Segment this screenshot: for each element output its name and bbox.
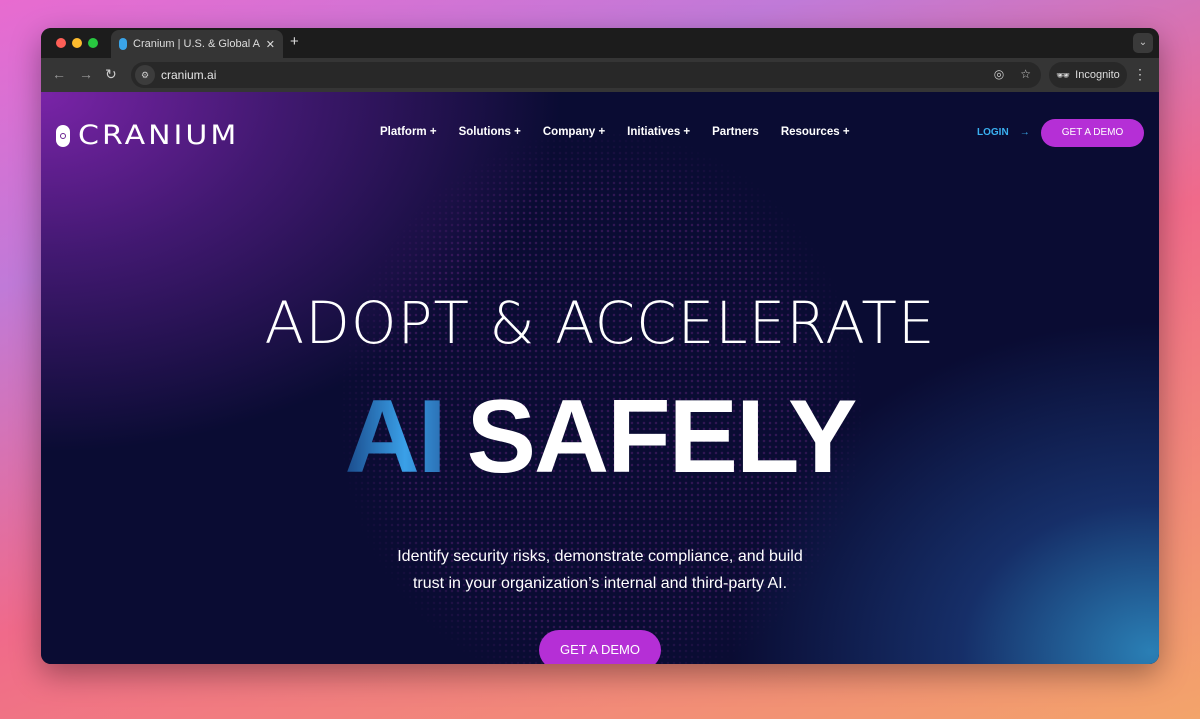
main-nav: Platform + Solutions + Company + Initiat… — [380, 126, 850, 138]
url-text[interactable]: cranium.ai — [161, 68, 216, 82]
hero-safely-text: SAFELY — [466, 379, 858, 495]
hero-get-demo-button[interactable]: GET A DEMO — [539, 630, 661, 664]
nav-initiatives[interactable]: Initiatives + — [627, 126, 690, 138]
logo-mark-icon — [56, 124, 70, 147]
incognito-icon: 🕶 — [1056, 69, 1071, 82]
get-demo-button[interactable]: GET A DEMO — [1041, 119, 1144, 147]
logo-wordmark: CRANIUM — [78, 119, 240, 152]
forward-icon[interactable]: → — [79, 66, 93, 82]
profile-label: Incognito — [1075, 69, 1120, 81]
tab-search-chevron-icon[interactable]: ⌄ — [1133, 33, 1153, 53]
reload-icon[interactable]: ↻ — [105, 66, 117, 83]
nav-platform[interactable]: Platform + — [380, 126, 437, 138]
browser-tab[interactable]: Cranium | U.S. & Global AI Go ✕ — [111, 30, 283, 58]
site-settings-icon[interactable]: ⚙ — [135, 65, 155, 85]
nav-company[interactable]: Company + — [543, 126, 605, 138]
browser-toolbar: ← → ↻ ⚙ cranium.ai ◎ ☆ 🕶 Incognito ⋮ — [41, 58, 1159, 92]
browser-window: Cranium | U.S. & Global AI Go ✕ + ⌄ ← → … — [41, 28, 1159, 664]
back-icon[interactable]: ← — [52, 66, 66, 82]
eye-off-icon[interactable]: ◎ — [994, 67, 1004, 81]
new-tab-button[interactable]: + — [290, 33, 299, 50]
arrow-right-icon: → — [1019, 127, 1030, 138]
hero-subtitle: Identify security risks, demonstrate com… — [41, 543, 1159, 597]
subtitle-line2: trust in your organization’s internal an… — [412, 575, 788, 592]
nav-solutions[interactable]: Solutions + — [459, 126, 521, 138]
web-page: CRANIUM Platform + Solutions + Company +… — [41, 92, 1159, 664]
address-bar[interactable]: ⚙ cranium.ai ◎ ☆ — [131, 62, 1041, 88]
bookmark-star-icon[interactable]: ☆ — [1020, 67, 1031, 81]
minimize-window-button[interactable] — [72, 38, 82, 48]
nav-resources[interactable]: Resources + — [781, 126, 850, 138]
close-tab-icon[interactable]: ✕ — [266, 38, 275, 51]
favicon-icon — [119, 38, 127, 50]
tab-title: Cranium | U.S. & Global AI Go — [133, 38, 260, 50]
close-window-button[interactable] — [56, 38, 66, 48]
login-label: LOGIN — [977, 127, 1009, 138]
nav-partners[interactable]: Partners — [712, 126, 759, 138]
hero-heading-line2: AI SAFELY — [41, 377, 1159, 497]
cranium-logo[interactable]: CRANIUM — [56, 118, 239, 153]
hero-ai-text: AI — [344, 379, 447, 495]
kebab-menu-icon[interactable]: ⋮ — [1133, 66, 1147, 83]
login-link[interactable]: LOGIN → — [977, 127, 1030, 138]
subtitle-line1: Identify security risks, demonstrate com… — [397, 548, 803, 565]
maximize-window-button[interactable] — [88, 38, 98, 48]
tab-bar: Cranium | U.S. & Global AI Go ✕ + ⌄ — [41, 28, 1159, 58]
hero-heading-line1: ADOPT & ACCELERATE — [264, 289, 936, 357]
incognito-button[interactable]: 🕶 Incognito — [1049, 62, 1127, 88]
